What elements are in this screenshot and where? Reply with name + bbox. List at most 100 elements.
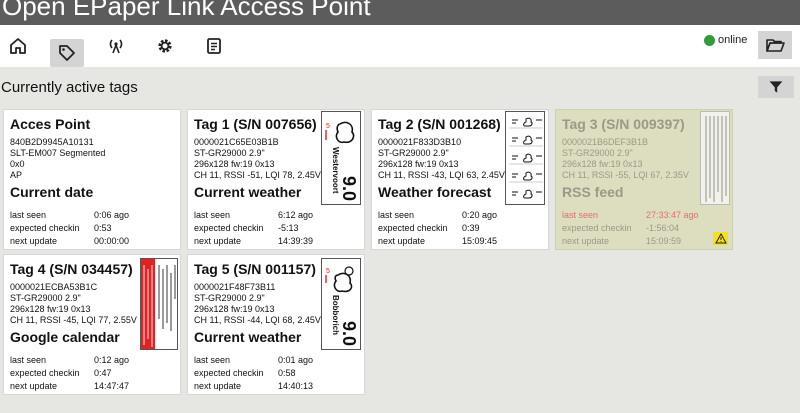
file-browser-button[interactable] [758,31,792,59]
connection-status: online [704,34,747,46]
label-next-update: next update [562,236,610,246]
temperature-value: 9.0 [339,321,359,346]
value-next-update: 14:47:47 [94,381,130,391]
tag-hw: 296x128 fw:19 0x13 [194,304,275,314]
tag-name: Tag 4 (S/N 034457) [10,261,133,277]
tag-preview-image[interactable]: 5 Westervoort 9.0 [321,111,361,205]
tag-preview-image[interactable] [140,258,178,350]
cloud-icon [335,121,355,144]
tag-model: SLT-EM007 Segmented [10,148,106,158]
value-next-update: 00:00:00 [94,236,130,246]
value-last-seen: 0:20 ago [462,210,498,220]
tag-card-4[interactable]: Tag 4 (S/N 034457) 0000021ECBA53B1C ST-G… [3,254,181,395]
folder-open-icon [766,39,785,52]
label-expected-checkin: expected checkin [562,223,632,233]
tag-radio: CH 11, RSSI -43, LQI 63, 2.45V [378,170,505,180]
tag-times: last seen 0:01 ago expected checkin 0:58 n… [194,354,360,393]
tag-content-type: RSS feed [562,184,624,200]
tag-content-type: Google calendar [10,329,120,345]
value-last-seen: 0:06 ago [94,210,130,220]
filter-icon [769,81,783,93]
weather-preview: 5 Bobborich 9.0 [325,266,359,346]
access-point-button[interactable] [99,33,133,59]
home-button[interactable] [1,33,35,59]
tag-hw: 0x0 [10,159,25,169]
tag-card-3[interactable]: Tag 3 (S/N 009397) 0000021B6DEF3B1B ST-G… [555,109,733,250]
wind-value: 5 [326,268,330,275]
value-expected-checkin: -5:13 [278,223,299,233]
tag-hw: 296x128 fw:19 0x13 [194,159,275,169]
label-next-update: next update [10,236,58,246]
tag-radio: AP [10,170,23,180]
tag-times: last seen 0:20 ago expected checkin 0:39 n… [378,209,544,248]
label-expected-checkin: expected checkin [10,368,80,378]
temperature-value: 9.0 [339,176,359,201]
tag-radio: CH 11, RSSI -45, LQI 77, 2.55V [10,315,137,325]
tag-preview-image[interactable]: 5 Bobborich 9.0 [321,258,361,350]
label-last-seen: last seen [562,210,599,220]
gear-icon [158,39,172,53]
label-last-seen: last seen [194,355,231,365]
page-heading: Currently active tags [1,79,138,96]
tag-mac: 840B2D9945A10131 [10,137,94,147]
tag-times: last seen 6:12 ago expected checkin -5:13 … [194,209,360,248]
value-last-seen: 0:01 ago [278,355,314,365]
toolbar: online [0,25,800,67]
rss-preview [705,116,727,202]
tag-card-access-point[interactable]: Acces Point 840B2D9945A10131 SLT-EM007 S… [3,109,181,250]
label-next-update: next update [378,236,426,246]
tag-hw: 296x128 fw:19 0x13 [378,159,459,169]
tag-card-5[interactable]: Tag 5 (S/N 001157) 0000021F48F73B11 ST-G… [187,254,365,395]
tag-info: 0000021F833D3B10 ST-GR29000 2.9" 296x128… [378,137,505,181]
city-name: Westervoort [331,147,340,194]
tag-name: Tag 2 (S/N 001268) [378,116,501,132]
tag-preview-image[interactable] [700,111,730,205]
tag-preview-image[interactable] [505,111,545,205]
tag-card-2[interactable]: Tag 2 (S/N 001268) 0000021F833D3B10 ST-G… [371,109,549,250]
value-next-update: 15:09:59 [646,236,682,246]
value-expected-checkin: 0:47 [94,368,112,378]
tag-info: 0000021ECBA53B1C ST-GR29000 2.9" 296x128… [10,282,137,326]
tag-model: ST-GR29000 2.9" [10,293,81,303]
value-last-seen: 27:33:47 ago [646,210,699,220]
log-button[interactable] [197,33,231,59]
value-next-update: 15:09:45 [462,236,498,246]
label-expected-checkin: expected checkin [378,223,448,233]
label-last-seen: last seen [378,210,415,220]
tag-info: 0000021C65E03B1B ST-GR29000 2.9" 296x128… [194,137,321,181]
tag-radio: CH 11, RSSI -55, LQI 67, 2.35V [562,170,689,180]
tag-name: Tag 3 (S/N 009397) [562,116,685,132]
tag-times: last seen 0:12 ago expected checkin 0:47 n… [10,354,176,393]
tag-mac: 0000021B6DEF3B1B [562,137,649,147]
label-expected-checkin: expected checkin [194,368,264,378]
tags-button[interactable] [50,39,84,67]
antenna-icon [109,39,123,54]
tag-content-type: Current weather [194,329,302,345]
tag-times: last seen 27:33:47 ago expected checkin -1… [562,209,728,248]
tag-card-1[interactable]: Tag 1 (S/N 007656) 0000021C65E03B1B ST-G… [187,109,365,250]
label-expected-checkin: expected checkin [194,223,264,233]
status-dot-icon [704,34,715,46]
label-last-seen: last seen [10,355,47,365]
city-name: Bobborich [331,295,340,335]
weather-preview: 5 Westervoort 9.0 [325,121,359,201]
tag-model: ST-GR29000 2.9" [194,293,265,303]
document-icon [207,38,221,54]
calendar-preview [141,259,176,349]
settings-button[interactable] [148,33,182,59]
wind-value: 5 [326,123,330,130]
value-next-update: 14:39:39 [278,236,314,246]
tag-name: Tag 1 (S/N 007656) [194,116,317,132]
home-icon [10,38,26,54]
tag-content-type: Current date [10,184,94,200]
tag-info: 0000021B6DEF3B1B ST-GR29000 2.9" 296x128… [562,137,689,181]
tag-mac: 0000021F833D3B10 [378,137,462,147]
tag-mac: 0000021C65E03B1B [194,137,279,147]
label-last-seen: last seen [194,210,231,220]
value-last-seen: 0:12 ago [94,355,130,365]
title-bar: Open EPaper Link Access Point [0,0,800,25]
label-next-update: next update [194,236,242,246]
tag-model: ST-GR29000 2.9" [378,148,449,158]
filter-button[interactable] [758,76,794,98]
label-next-update: next update [194,381,242,391]
